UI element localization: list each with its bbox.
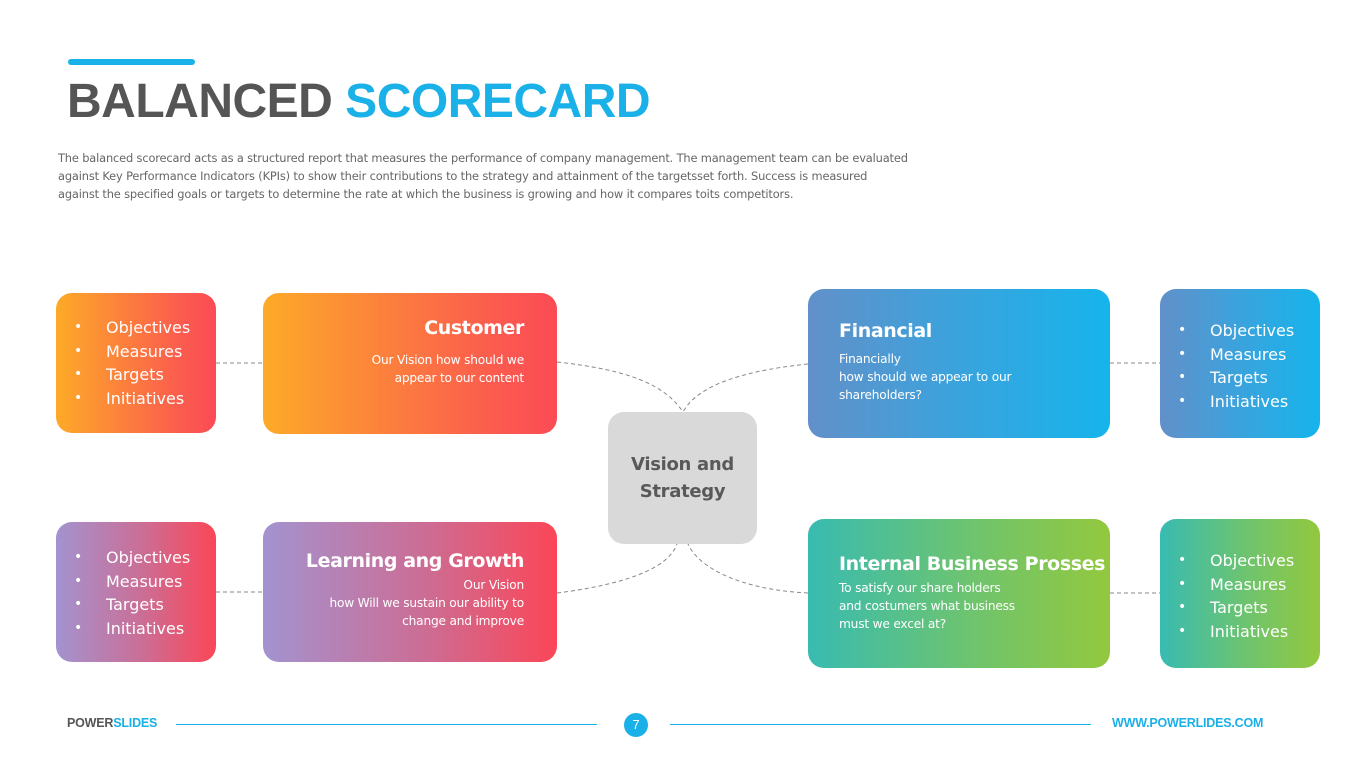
list-item: • Objectives [56,316,216,340]
financial-list-box: • Objectives • Measures • Targets • Initiati… [1160,289,1320,438]
list-item: • Initiatives [1160,620,1320,644]
internal-title: Internal Business Prosses [839,553,1106,575]
list-item: • Objectives [1160,319,1320,343]
description: The balanced scorecard acts as a structu… [58,151,908,201]
title-accent-bar [68,59,195,65]
financial-text: Financially how should we appear to our … [839,352,1012,402]
vision-strategy-box: Vision and Strategy [608,412,757,544]
footer-divider-left [176,724,597,725]
bullet-icon: • [1178,322,1187,338]
list-item: • Measures [56,570,216,594]
title-part-2: SCORECARD [345,75,651,128]
bullet-icon: • [74,619,83,636]
list-item: • Targets [1160,596,1320,620]
list-item: • Objectives [56,546,216,570]
list-item: • Targets [56,363,216,387]
bullet-icon: • [74,319,83,335]
bullet-icon: • [1178,599,1187,616]
bullet-icon: • [74,342,83,359]
learning-list-box: • Objectives • Measures • Targets • Initiati… [56,522,216,662]
list-item: • Targets [56,593,216,617]
bullet-icon: • [74,549,83,565]
internal-text: To satisfy our share holders and costume… [839,581,1015,631]
footer-url[interactable]: WWW.POWERLIDES.COM [1112,716,1263,730]
list-item: • Initiatives [1160,390,1320,414]
bullet-icon: • [74,596,83,613]
bullet-icon: • [1178,392,1187,409]
learning-box: Learning ang Growth Our Vision how Will … [263,522,557,662]
bullet-icon: • [1178,552,1187,568]
internal-box: Internal Business Prosses To satisfy our… [808,519,1110,668]
list-item: • Measures [56,340,216,364]
footer-brand: POWERSLIDES [67,716,158,730]
bullet-icon: • [1178,575,1187,592]
bullet-icon: • [74,572,83,589]
page-title: BALANCED SCORECARD [67,74,651,130]
list-item: • Initiatives [56,617,216,641]
connector-learning-center [556,543,678,594]
list-item: • Initiatives [56,387,216,411]
vision-strategy-label: Vision and Strategy [631,454,734,502]
customer-list-box: • Objectives • Measures • Targets • Initiati… [56,293,216,433]
page-number: 7 [624,713,648,737]
learning-text: Our Vision how Will we sustain our abili… [329,578,524,628]
list-item: • Targets [1160,366,1320,390]
customer-title: Customer [424,317,524,339]
bullet-icon: • [74,389,83,406]
bullet-icon: • [1178,345,1187,362]
title-part-1: BALANCED [67,75,333,128]
connector-customer-center [556,361,684,413]
learning-list: • Objectives • Measures • Targets • Initiati… [56,546,216,640]
financial-title: Financial [839,320,932,342]
internal-list-box: • Objectives • Measures • Targets • Initiati… [1160,519,1320,668]
list-item: • Measures [1160,343,1320,367]
bullet-icon: • [74,366,83,383]
financial-list: • Objectives • Measures • Targets • Initiati… [1160,319,1320,413]
internal-list: • Objectives • Measures • Targets • Initiati… [1160,549,1320,643]
customer-list: • Objectives • Measures • Targets • Initiati… [56,316,216,410]
list-item: • Objectives [1160,549,1320,573]
customer-box: Customer Our Vision how should we appear… [263,293,557,434]
connector-internal-center [687,543,809,594]
learning-title: Learning ang Growth [305,550,525,572]
footer-divider-right [670,724,1091,725]
bullet-icon: • [1178,622,1187,639]
financial-box: Financial Financially how should we appe… [808,289,1110,438]
customer-text: Our Vision how should we appear to our c… [371,353,525,385]
list-item: • Measures [1160,573,1320,597]
connector-financial-center [682,363,809,413]
bullet-icon: • [1178,369,1187,386]
